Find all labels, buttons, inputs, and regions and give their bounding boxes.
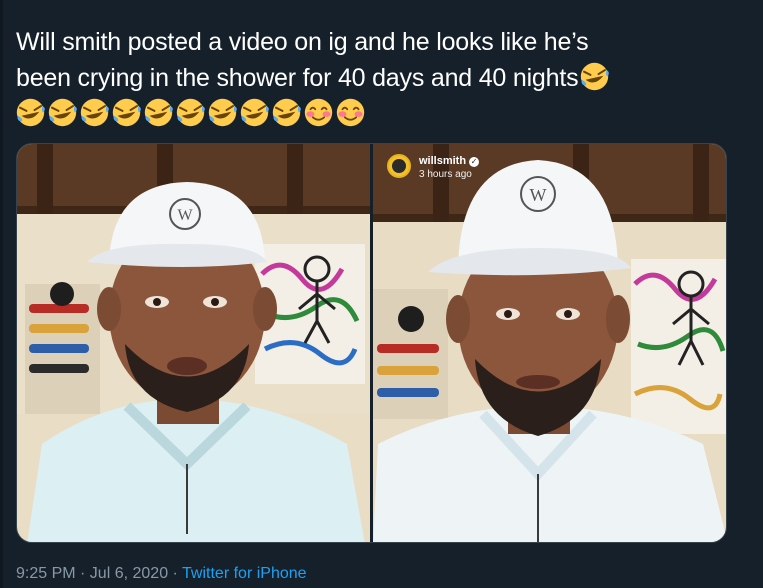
- tweet-source-link[interactable]: Twitter for iPhone: [182, 565, 307, 582]
- rolling-on-floor-laughing-icon: [80, 98, 109, 127]
- tweet-text-line-2: been crying in the shower for 40 days an…: [16, 64, 579, 92]
- photo-right[interactable]: W willsmith ✓ 3 hours ago: [373, 144, 726, 542]
- smiling-blushing-icon: [336, 98, 365, 127]
- rolling-on-floor-laughing-icon: [240, 98, 269, 127]
- photo-right-image: W: [373, 144, 726, 542]
- tweet-media[interactable]: W W willsmith ✓ 3 hours ago: [16, 143, 727, 543]
- ig-time-ago: 3 hours ago: [419, 169, 472, 180]
- smiling-blushing-icon: [304, 98, 333, 127]
- window-edge: [0, 0, 3, 588]
- tweet-meta: 9:25 PM · Jul 6, 2020 · Twitter for iPho…: [16, 563, 307, 585]
- rolling-on-floor-laughing-icon: [176, 98, 205, 127]
- tweet-text: Will smith posted a video on ig and he l…: [16, 24, 751, 132]
- rolling-on-floor-laughing-icon: [208, 98, 237, 127]
- cap-logo-right: W: [530, 185, 547, 205]
- rolling-on-floor-laughing-icon: [16, 98, 45, 127]
- ig-username: willsmith ✓: [419, 155, 480, 167]
- rolling-on-floor-laughing-icon: [48, 98, 77, 127]
- verified-badge-icon: ✓: [469, 157, 480, 167]
- photo-left-image: W: [17, 144, 370, 542]
- tweet-timestamp[interactable]: 9:25 PM · Jul 6, 2020: [16, 565, 168, 582]
- rolling-on-floor-laughing-icon: [112, 98, 141, 127]
- cap-logo-left: W: [177, 207, 193, 224]
- meta-separator: ·: [168, 565, 183, 582]
- rolling-on-floor-laughing-icon: [580, 62, 610, 91]
- rolling-on-floor-laughing-icon: [272, 98, 301, 127]
- photo-left[interactable]: W: [17, 144, 370, 542]
- ig-username-text: willsmith: [419, 155, 467, 167]
- tweet-text-line-1: Will smith posted a video on ig and he l…: [16, 28, 589, 56]
- rolling-on-floor-laughing-icon: [144, 98, 173, 127]
- avatar: [387, 154, 411, 178]
